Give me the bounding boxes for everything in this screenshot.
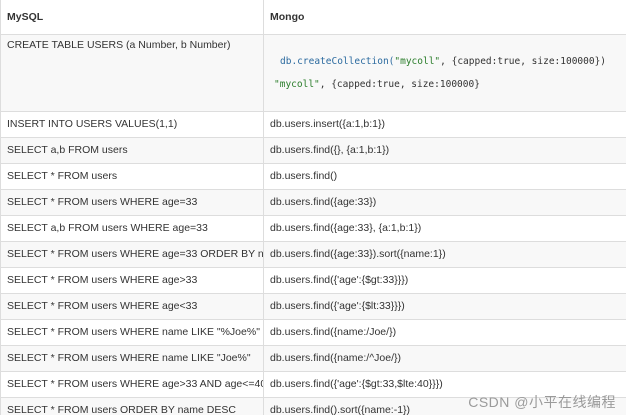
header-mongo: Mongo (263, 0, 626, 35)
sql-cell: SELECT * FROM users WHERE name LIKE "Joe… (0, 345, 264, 372)
mongo-code-line-2: "mycoll", {capped:true, size:100000} (274, 78, 626, 91)
mongo-cell: db.users.find() (263, 163, 626, 190)
mongo-cell: db.users.find({name:/^Joe/}) (263, 345, 626, 372)
table-row: SELECT a,b FROM users WHERE age=33 db.us… (0, 215, 626, 242)
code-rest: , {capped:true, size:100000}) (440, 56, 607, 67)
code-string: "mycoll" (394, 56, 441, 67)
mongo-cell: db.users.find({}, {a:1,b:1}) (263, 137, 626, 164)
table-row: SELECT * FROM users db.users.find() (0, 163, 626, 190)
sql-cell: SELECT * FROM users WHERE age>33 AND age… (0, 371, 264, 398)
table-row: SELECT * FROM users WHERE age>33 db.user… (0, 267, 626, 294)
sql-cell: SELECT * FROM users WHERE age>33 (0, 267, 264, 294)
table-row: SELECT a,b FROM users db.users.find({}, … (0, 137, 626, 164)
mongo-cell: db.users.insert({a:1,b:1}) (263, 111, 626, 138)
sql-cell: SELECT * FROM users WHERE age=33 ORDER B… (0, 241, 264, 268)
table-row: INSERT INTO USERS VALUES(1,1) db.users.i… (0, 111, 626, 138)
sql-cell: INSERT INTO USERS VALUES(1,1) (0, 111, 264, 138)
sql-mongo-comparison-table: MySQL Mongo CREATE TABLE USERS (a Number… (0, 0, 626, 415)
mongo-cell: db.users.find({name:/Joe/}) (263, 319, 626, 346)
table-row: SELECT * FROM users WHERE name LIKE "%Jo… (0, 319, 626, 346)
sql-cell: SELECT * FROM users ORDER BY name DESC (0, 397, 264, 415)
table-header-row: MySQL Mongo (0, 0, 626, 35)
header-mysql: MySQL (0, 0, 264, 35)
sql-cell: SELECT * FROM users WHERE name LIKE "%Jo… (0, 319, 264, 346)
sql-cell: SELECT a,b FROM users (0, 137, 264, 164)
sql-cell: CREATE TABLE USERS (a Number, b Number) (0, 34, 264, 112)
table-row: SELECT * FROM users WHERE name LIKE "Joe… (0, 345, 626, 372)
sql-cell: SELECT * FROM users WHERE age<33 (0, 293, 264, 320)
mongo-cell: db.users.find({age:33}) (263, 189, 626, 216)
sql-cell: SELECT a,b FROM users WHERE age=33 (0, 215, 264, 242)
mongo-cell: db.users.find({'age':{$gt:33}}}) (263, 267, 626, 294)
mongo-cell: db.createCollection("mycoll", {capped:tr… (263, 34, 626, 112)
sql-cell: SELECT * FROM users (0, 163, 264, 190)
mongo-code-line-1: db.createCollection("mycoll", {capped:tr… (280, 55, 626, 68)
code-function: db.createCollection( (280, 56, 395, 67)
sql-cell: SELECT * FROM users WHERE age=33 (0, 189, 264, 216)
code-string: "mycoll" (274, 79, 320, 90)
table-row: SELECT * FROM users WHERE age=33 ORDER B… (0, 241, 626, 268)
table-row-create: CREATE TABLE USERS (a Number, b Number) … (0, 34, 626, 112)
table-row: SELECT * FROM users WHERE age<33 db.user… (0, 293, 626, 320)
csdn-watermark: CSDN @小平在线编程 (468, 394, 616, 410)
mongo-cell: db.users.find({age:33}, {a:1,b:1}) (263, 215, 626, 242)
mongo-cell: db.users.find({'age':{$lt:33}}}) (263, 293, 626, 320)
mongo-cell: db.users.find({age:33}).sort({name:1}) (263, 241, 626, 268)
code-rest: , {capped:true, size:100000} (319, 79, 480, 90)
table-row: SELECT * FROM users WHERE age=33 db.user… (0, 189, 626, 216)
